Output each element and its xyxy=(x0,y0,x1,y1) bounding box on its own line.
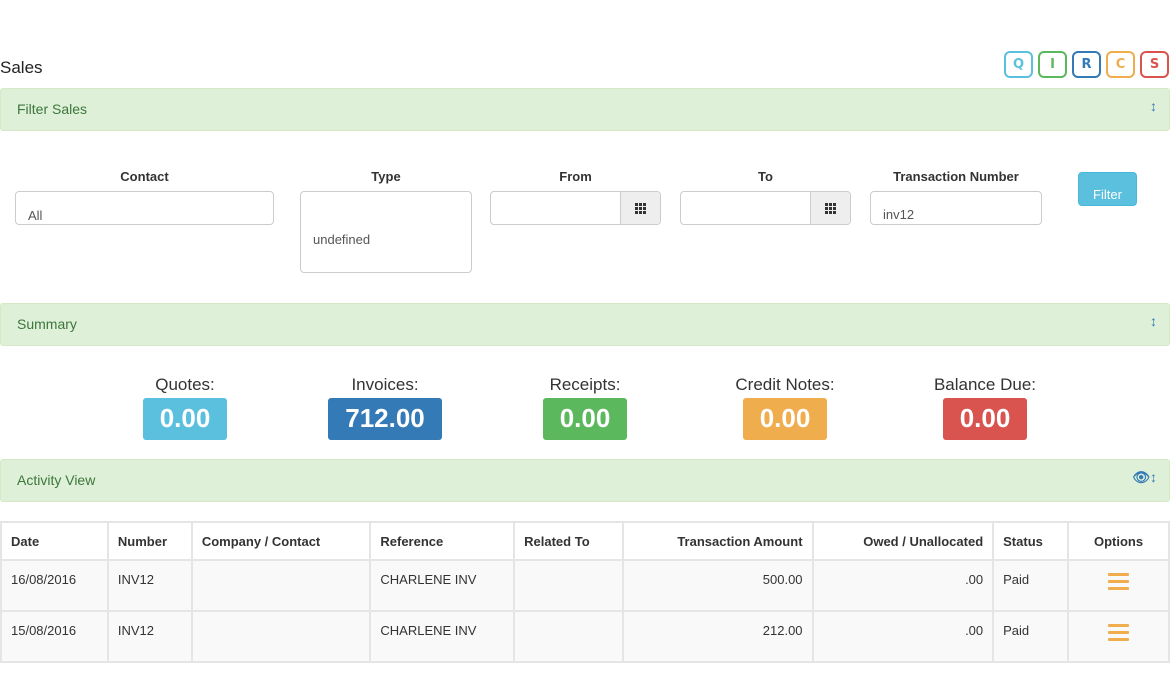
cell-company xyxy=(190,559,372,612)
calendar-icon[interactable] xyxy=(620,192,660,224)
column-header-status[interactable]: Status xyxy=(992,521,1070,561)
table-row[interactable]: 16/08/2016 INV12 CHARLENE INV 500.00 .00… xyxy=(0,559,1170,612)
calendar-icon[interactable] xyxy=(810,192,850,224)
column-header-number[interactable]: Number xyxy=(106,521,193,561)
invoice-button[interactable]: I xyxy=(1038,51,1067,78)
contact-label: Contact xyxy=(120,169,169,184)
receipts-label: Receipts: xyxy=(549,375,621,394)
column-header-company[interactable]: Company / Contact xyxy=(190,521,372,561)
activity-panel-header[interactable]: Activity View 👁↕ xyxy=(0,459,1170,502)
receipts-total-badge: 0.00 xyxy=(543,398,627,440)
to-label: To xyxy=(758,169,773,184)
quote-button[interactable]: Q xyxy=(1004,51,1033,78)
cell-date: 15/08/2016 xyxy=(0,610,109,663)
credit-notes-total-badge: 0.00 xyxy=(743,398,827,440)
quotes-label: Quotes: xyxy=(155,375,215,394)
filter-panel-title: Filter Sales xyxy=(17,101,88,117)
to-date-field[interactable] xyxy=(680,191,851,225)
column-header-options: Options xyxy=(1067,521,1170,561)
credit-notes-label: Credit Notes: xyxy=(735,375,835,394)
receipt-button[interactable]: R xyxy=(1072,51,1101,78)
hamburger-menu-icon[interactable] xyxy=(1108,624,1130,645)
collapse-toggle-icon[interactable]: ↕ xyxy=(1150,313,1157,329)
from-label: From xyxy=(559,169,592,184)
cell-options xyxy=(1067,610,1170,663)
column-header-related[interactable]: Related To xyxy=(513,521,624,561)
cell-date: 16/08/2016 xyxy=(0,559,109,612)
hamburger-menu-icon[interactable] xyxy=(1108,573,1130,594)
column-header-date[interactable]: Date xyxy=(0,521,109,561)
quotes-total-badge: 0.00 xyxy=(143,398,227,440)
cell-amount: 212.00 xyxy=(621,610,814,663)
cell-owed: .00 xyxy=(811,559,995,612)
from-date-field[interactable] xyxy=(490,191,661,225)
column-header-amount[interactable]: Transaction Amount xyxy=(621,521,814,561)
cell-owed: .00 xyxy=(811,610,995,663)
column-header-reference[interactable]: Reference xyxy=(369,521,516,561)
filter-panel-header[interactable]: Filter Sales ↕ xyxy=(0,88,1170,131)
cell-status: Paid xyxy=(992,559,1070,612)
balance-due-label: Balance Due: xyxy=(933,375,1037,394)
balance-due-badge: 0.00 xyxy=(943,398,1027,440)
column-header-owed[interactable]: Owed / Unallocated xyxy=(811,521,995,561)
table-header-row: Date Number Company / Contact Reference … xyxy=(0,521,1170,561)
cell-reference: CHARLENE INV xyxy=(369,610,516,663)
collapse-toggle-icon[interactable]: ↕ xyxy=(1150,98,1157,114)
cell-status: Paid xyxy=(992,610,1070,663)
cell-related xyxy=(513,559,624,612)
contact-select[interactable]: All xyxy=(15,191,274,225)
eye-collapse-icon[interactable]: 👁↕ xyxy=(1132,469,1157,486)
transaction-number-input[interactable]: inv12 xyxy=(870,191,1042,225)
cell-related xyxy=(513,610,624,663)
activity-table: Date Number Company / Contact Reference … xyxy=(0,521,1170,663)
invoices-label: Invoices: xyxy=(351,375,419,394)
cell-reference: CHARLENE INV xyxy=(369,559,516,612)
table-row[interactable]: 15/08/2016 INV12 CHARLENE INV 212.00 .00… xyxy=(0,610,1170,663)
invoices-total-badge: 712.00 xyxy=(328,398,442,440)
quick-create-buttons: Q I R C S xyxy=(1004,51,1169,78)
summary-panel-header[interactable]: Summary ↕ xyxy=(0,303,1170,346)
cell-number: INV12 xyxy=(106,559,193,612)
type-label: Type xyxy=(371,169,401,184)
type-select[interactable]: undefined xyxy=(300,191,472,273)
credit-note-button[interactable]: C xyxy=(1106,51,1135,78)
cell-company xyxy=(190,610,372,663)
activity-panel-title: Activity View xyxy=(17,472,96,488)
summary-panel-title: Summary xyxy=(17,316,77,332)
cell-options xyxy=(1067,559,1170,612)
page-title: Sales xyxy=(0,58,43,77)
filter-button[interactable]: Filter xyxy=(1078,172,1137,206)
cell-number: INV12 xyxy=(106,610,193,663)
statement-button[interactable]: S xyxy=(1140,51,1169,78)
transaction-number-label: Transaction Number xyxy=(893,169,1019,184)
cell-amount: 500.00 xyxy=(621,559,814,612)
